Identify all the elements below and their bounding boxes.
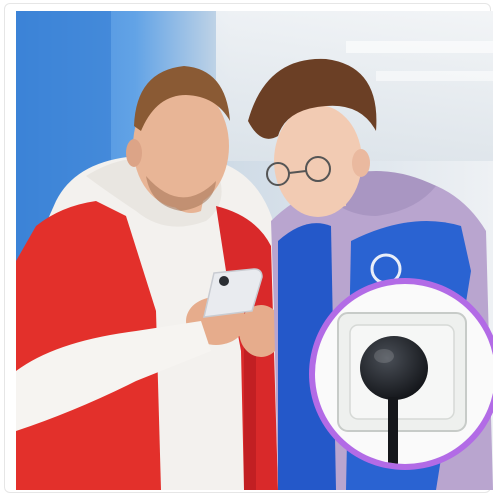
product-photo: [16, 11, 493, 490]
photo-illustration: [16, 11, 493, 490]
power-plug-icon: [360, 336, 428, 400]
